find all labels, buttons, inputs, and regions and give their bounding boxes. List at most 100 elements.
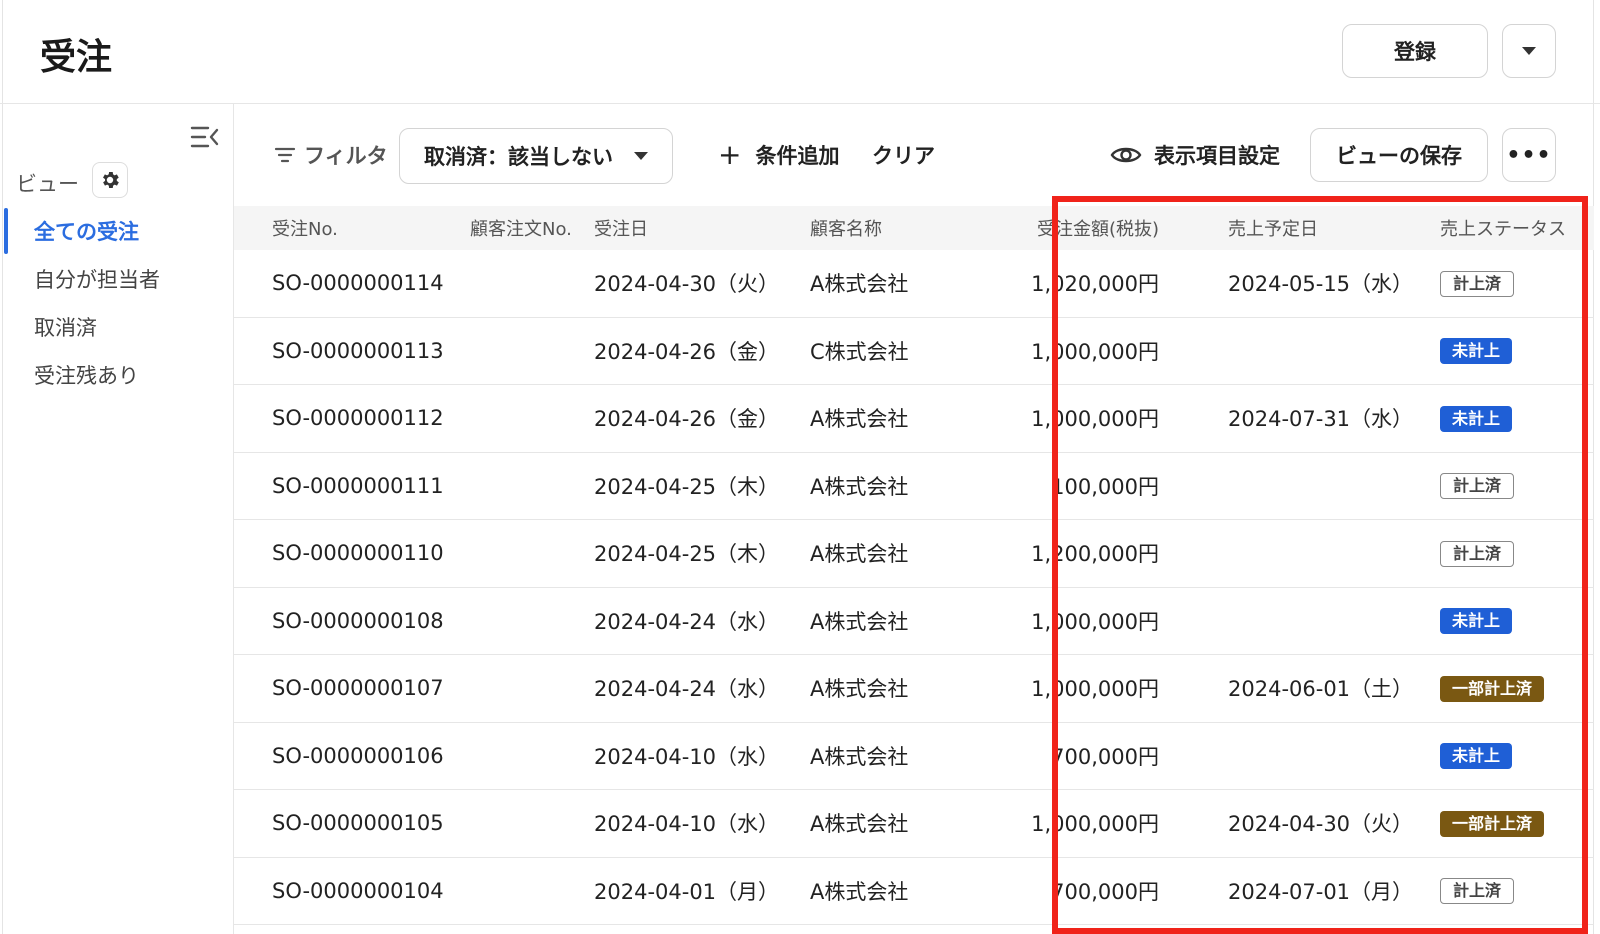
sales-date-cell: 2024-05-15（水） xyxy=(1228,272,1414,297)
sidebar-collapse-icon[interactable] xyxy=(190,124,220,150)
table-row[interactable]: SO-0000000111 2024-04-25（木） A株式会社 100,000円 計… xyxy=(234,453,1594,520)
status-badge: 未計上 xyxy=(1440,608,1513,635)
order-date-cell: 2024-04-10（水） xyxy=(594,744,780,769)
sidebar-item-all-orders[interactable]: 全ての受注 xyxy=(0,208,234,254)
order-date-cell: 2024-04-25（木） xyxy=(594,542,780,567)
order-no-cell: SO-0000000104 xyxy=(272,878,444,903)
table-row[interactable]: SO-0000000113 2024-04-26（金） C株式会社 1,000,000… xyxy=(234,318,1594,385)
sidebar-item-cancelled[interactable]: 取消済 xyxy=(0,304,234,350)
amount-cell: 1,000,000円 xyxy=(1031,609,1159,634)
table-row[interactable]: SO-0000000104 2024-04-01（月） A株式会社 700,000円 2… xyxy=(234,858,1594,925)
order-no-cell: SO-0000000114 xyxy=(272,271,444,296)
add-condition-label: 条件追加 xyxy=(755,144,840,168)
sales-date-cell: 2024-07-01（月） xyxy=(1228,879,1414,904)
column-header-sales-date[interactable]: 売上予定日 xyxy=(1228,215,1318,241)
status-cell: 計上済 xyxy=(1440,540,1515,567)
amount-cell: 1,000,000円 xyxy=(1031,677,1159,702)
table-body: SO-0000000114 2024-04-30（火） A株式会社 1,020,000… xyxy=(234,250,1594,925)
sidebar-item-backorder[interactable]: 受注残あり xyxy=(0,352,234,398)
status-badge: 計上済 xyxy=(1440,878,1515,905)
table-row[interactable]: SO-0000000105 2024-04-10（水） A株式会社 1,000,000… xyxy=(234,790,1594,858)
order-no-cell: SO-0000000111 xyxy=(272,473,444,498)
filter-label[interactable]: フィルタ xyxy=(274,140,388,170)
table-row[interactable]: SO-0000000106 2024-04-10（水） A株式会社 700,000円 未… xyxy=(234,723,1594,790)
sidebar-item-label: 取消済 xyxy=(34,316,97,340)
status-badge: 計上済 xyxy=(1440,540,1515,567)
table-row[interactable]: SO-0000000108 2024-04-24（水） A株式会社 1,000,000… xyxy=(234,588,1594,655)
status-cell: 未計上 xyxy=(1440,405,1513,432)
sidebar-item-label: 全ての受注 xyxy=(34,220,139,244)
column-header-amount[interactable]: 受注金額(税抜) xyxy=(1037,215,1159,241)
register-button[interactable]: 登録 xyxy=(1342,24,1488,78)
customer-name-cell: A株式会社 xyxy=(810,542,909,567)
filter-icon xyxy=(274,147,296,163)
customer-name-cell: A株式会社 xyxy=(810,879,909,904)
table-row[interactable]: SO-0000000110 2024-04-25（木） A株式会社 1,200,000… xyxy=(234,520,1594,588)
order-date-cell: 2024-04-25（木） xyxy=(594,474,780,499)
register-menu-button[interactable] xyxy=(1502,24,1556,78)
sidebar-item-label: 自分が担当者 xyxy=(34,268,160,292)
order-no-cell: SO-0000000110 xyxy=(272,541,444,566)
order-date-cell: 2024-04-10（水） xyxy=(594,812,780,837)
column-settings-label: 表示項目設定 xyxy=(1154,144,1280,168)
eye-icon xyxy=(1110,147,1142,163)
order-no-cell: SO-0000000106 xyxy=(272,743,444,768)
sales-date-cell: 2024-07-31（水） xyxy=(1228,407,1414,432)
sales-date-cell: 2024-04-30（火） xyxy=(1228,812,1414,837)
amount-cell: 700,000円 xyxy=(1051,744,1159,769)
status-badge: 計上済 xyxy=(1440,270,1515,297)
status-cell: 一部計上済 xyxy=(1440,675,1545,702)
sidebar-item-my-orders[interactable]: 自分が担当者 xyxy=(0,256,234,302)
gear-icon xyxy=(103,172,119,188)
status-cell: 未計上 xyxy=(1440,607,1513,635)
amount-cell: 1,000,000円 xyxy=(1031,339,1159,364)
table-row[interactable]: SO-0000000114 2024-04-30（火） A株式会社 1,020,000… xyxy=(234,250,1594,318)
status-cell: 計上済 xyxy=(1440,877,1515,905)
status-badge: 未計上 xyxy=(1440,405,1513,432)
status-badge: 計上済 xyxy=(1440,473,1515,500)
add-condition-button[interactable]: + 条件追加 xyxy=(718,140,839,170)
status-badge: 一部計上済 xyxy=(1440,810,1545,837)
amount-cell: 100,000円 xyxy=(1051,474,1159,499)
status-badge: 一部計上済 xyxy=(1440,675,1545,702)
column-header-sales-status[interactable]: 売上ステータス xyxy=(1440,215,1566,241)
view-settings-button[interactable] xyxy=(92,162,128,198)
order-date-cell: 2024-04-30（火） xyxy=(594,272,780,297)
caret-down-icon xyxy=(634,152,648,160)
clear-button[interactable]: クリア xyxy=(872,140,935,170)
sales-date-cell: 2024-06-01（土） xyxy=(1228,677,1414,702)
status-cell: 計上済 xyxy=(1440,472,1515,500)
order-date-cell: 2024-04-26（金） xyxy=(594,407,780,432)
column-settings-button[interactable]: 表示項目設定 xyxy=(1110,140,1280,170)
order-no-cell: SO-0000000107 xyxy=(272,676,444,701)
column-header-order-date[interactable]: 受注日 xyxy=(594,215,648,241)
column-header-customer-order-no[interactable]: 顧客注文No. xyxy=(470,215,572,241)
order-date-cell: 2024-04-01（月） xyxy=(594,879,780,904)
table-row[interactable]: SO-0000000112 2024-04-26（金） A株式会社 1,000,000… xyxy=(234,385,1594,453)
order-no-cell: SO-0000000112 xyxy=(272,406,444,431)
status-cell: 一部計上済 xyxy=(1440,810,1545,837)
status-cell: 未計上 xyxy=(1440,337,1513,365)
customer-name-cell: A株式会社 xyxy=(810,744,909,769)
filter-chip-cancelled[interactable]: 取消済：該当しない xyxy=(399,128,673,184)
column-header-order-no[interactable]: 受注No. xyxy=(272,215,338,241)
customer-name-cell: A株式会社 xyxy=(810,272,909,297)
filter-label-text: フィルタ xyxy=(304,144,388,168)
orders-table: 受注No. 顧客注文No. 受注日 顧客名称 受注金額(税抜) 売上予定日 売上… xyxy=(234,206,1594,925)
amount-cell: 1,200,000円 xyxy=(1031,542,1159,567)
sidebar-item-label: 受注残あり xyxy=(34,364,139,388)
caret-down-icon xyxy=(1522,47,1536,55)
customer-name-cell: A株式会社 xyxy=(810,474,909,499)
save-view-button[interactable]: ビューの保存 xyxy=(1310,128,1488,182)
customer-name-cell: A株式会社 xyxy=(810,407,909,432)
amount-cell: 1,000,000円 xyxy=(1031,812,1159,837)
order-no-cell: SO-0000000113 xyxy=(272,338,444,363)
plus-icon: + xyxy=(718,138,742,171)
table-row[interactable]: SO-0000000107 2024-04-24（水） A株式会社 1,000,000… xyxy=(234,655,1594,723)
status-badge: 未計上 xyxy=(1440,338,1513,365)
filter-chip-label: 取消済：該当しない xyxy=(424,145,613,169)
more-options-button[interactable]: ••• xyxy=(1502,128,1556,182)
status-cell: 未計上 xyxy=(1440,742,1513,770)
amount-cell: 700,000円 xyxy=(1051,879,1159,904)
column-header-customer-name[interactable]: 顧客名称 xyxy=(810,215,882,241)
